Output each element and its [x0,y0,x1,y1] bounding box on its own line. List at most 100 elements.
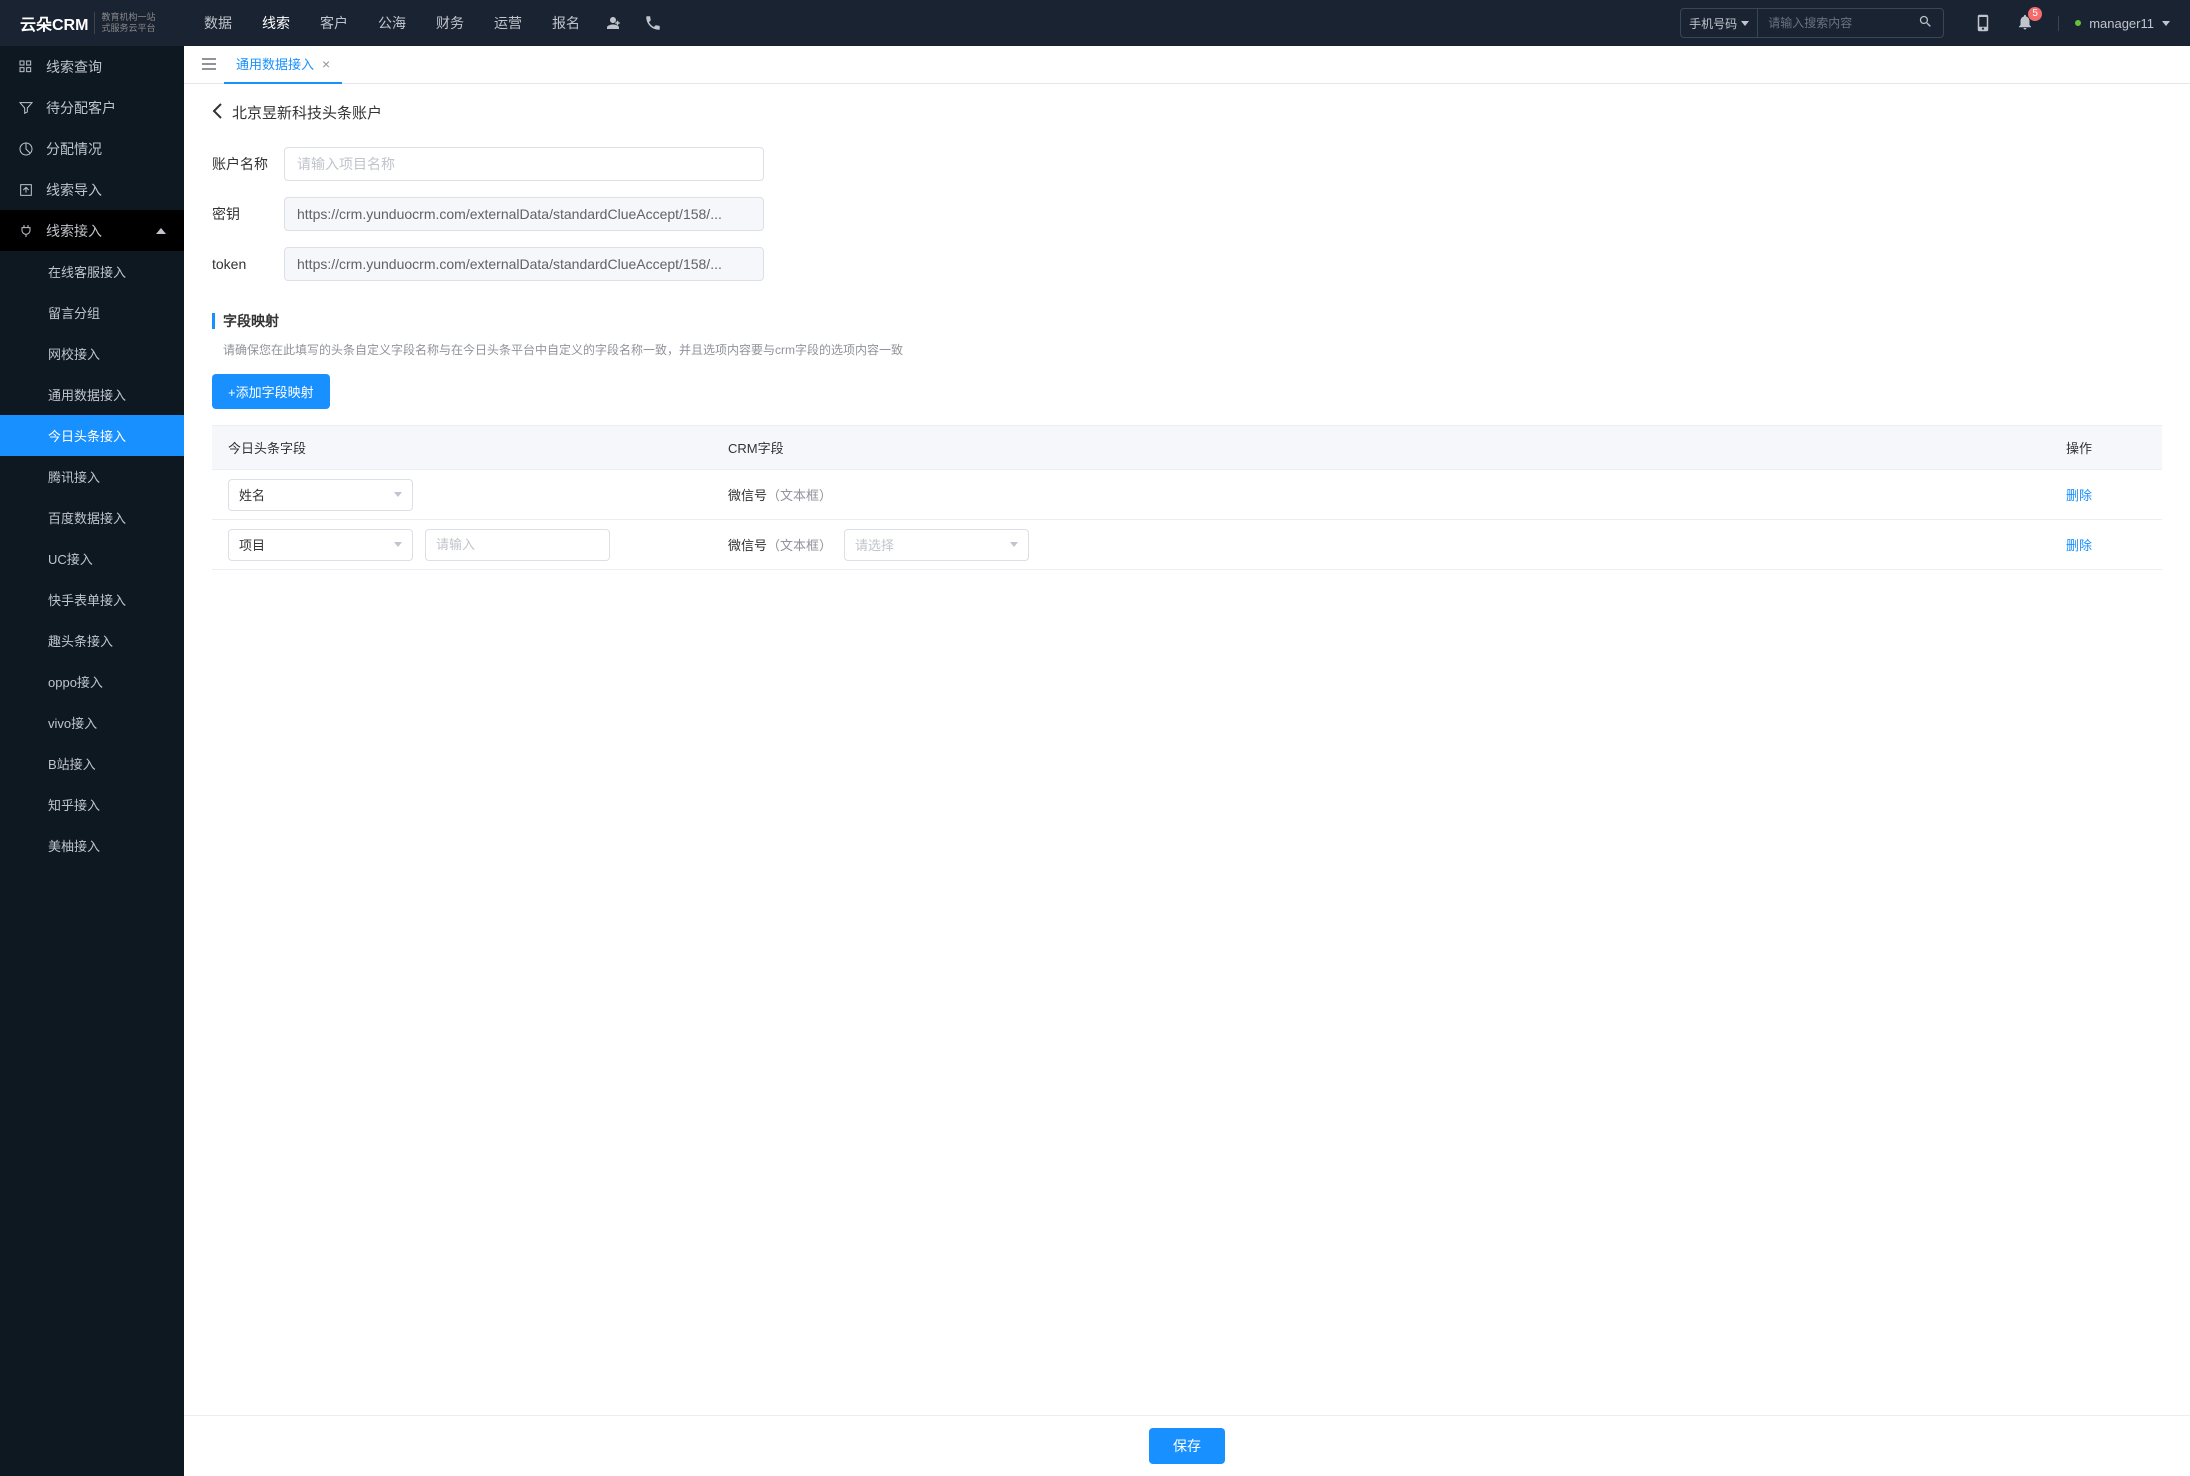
token-label: token [212,256,284,272]
logo-area: 云朵CRM 教育机构一站 式服务云平台 [20,11,184,35]
sidebar-sub-10[interactable]: oppo接入 [0,661,184,702]
account-name-row: 账户名称 [212,147,2162,181]
chevron-left-icon [212,103,222,119]
secret-row: 密钥 [212,197,2162,231]
sidebar: 线索查询待分配客户分配情况线索导入线索接入在线客服接入留言分组网校接入通用数据接… [0,46,184,1476]
sidebar-item-label: 线索查询 [46,57,102,77]
chevron-down-icon [2162,21,2170,26]
nav-signup[interactable]: 报名 [552,13,580,33]
notification-bell[interactable]: 5 [2016,13,2034,34]
account-name-label: 账户名称 [212,154,284,174]
mapping-section-header: 字段映射 [212,311,2162,331]
delete-button[interactable]: 删除 [2066,488,2092,503]
search-icon [1918,14,1933,29]
table-row: 姓名 微信号（文本框） 删除 [212,470,2162,520]
sidebar-item-2[interactable]: 分配情况 [0,128,184,169]
sidebar-sub-13[interactable]: 知乎接入 [0,784,184,825]
tab-general-data-access[interactable]: 通用数据接入 × [224,46,342,84]
phone-icon[interactable] [644,14,662,32]
sidebar-item-1[interactable]: 待分配客户 [0,87,184,128]
chevron-down-icon [1741,21,1749,26]
sidebar-sub-1[interactable]: 留言分组 [0,292,184,333]
mobile-icon[interactable] [1974,14,1992,32]
crm-field-select[interactable]: 请选择 [844,529,1029,561]
sidebar-sub-8[interactable]: 快手表单接入 [0,579,184,620]
column-toutiao: 今日头条字段 [228,438,728,457]
nav-data[interactable]: 数据 [204,13,232,33]
sidebar-sub-4[interactable]: 今日头条接入 [0,415,184,456]
nav-customer[interactable]: 客户 [320,13,348,33]
top-icon-group [604,14,662,32]
page-header: 北京昱新科技头条账户 [212,102,2162,123]
toutiao-field-select[interactable]: 项目 [228,529,413,561]
logo-text: 云朵CRM [20,11,88,35]
back-button[interactable] [212,103,222,122]
filter-icon [18,100,34,116]
pie-icon [18,141,34,157]
nav-finance[interactable]: 财务 [436,13,464,33]
section-bar-icon [212,313,215,329]
tab-bar: 通用数据接入 × [184,46,2190,84]
user-add-icon[interactable] [604,14,622,32]
crm-field-label: 微信号（文本框） [728,485,832,504]
sidebar-sub-3[interactable]: 通用数据接入 [0,374,184,415]
search-input[interactable] [1758,16,1908,30]
sidebar-sub-0[interactable]: 在线客服接入 [0,251,184,292]
search-type-select[interactable]: 手机号码 [1681,9,1758,37]
sidebar-sub-12[interactable]: B站接入 [0,743,184,784]
sidebar-item-3[interactable]: 线索导入 [0,169,184,210]
menu-collapse-icon [202,58,216,70]
sidebar-sub-6[interactable]: 百度数据接入 [0,497,184,538]
nav-sea[interactable]: 公海 [378,13,406,33]
token-row: token [212,247,2162,281]
sidebar-sub-11[interactable]: vivo接入 [0,702,184,743]
secret-label: 密钥 [212,204,284,224]
close-icon[interactable]: × [322,56,330,72]
toutiao-field-select[interactable]: 姓名 [228,479,413,511]
export-icon [18,182,34,198]
chevron-up-icon [156,228,166,234]
sidebar-sub-9[interactable]: 趣头条接入 [0,620,184,661]
user-menu[interactable]: manager11 [2058,16,2170,31]
column-action: 操作 [2066,438,2146,457]
mapping-table-header: 今日头条字段 CRM字段 操作 [212,425,2162,470]
notification-count: 5 [2028,7,2042,21]
sidebar-sub-7[interactable]: UC接入 [0,538,184,579]
page-title: 北京昱新科技头条账户 [232,102,382,123]
sidebar-item-0[interactable]: 线索查询 [0,46,184,87]
mapping-hint: 请确保您在此填写的头条自定义字段名称与在今日头条平台中自定义的字段名称一致，并且… [223,341,2162,358]
column-crm: CRM字段 [728,438,2066,457]
sidebar-item-4[interactable]: 线索接入 [0,210,184,251]
sidebar-item-label: 待分配客户 [46,98,116,118]
nav-operation[interactable]: 运营 [494,13,522,33]
table-row: 项目 微信号（文本框） 请选择 删除 [212,520,2162,570]
grid-icon [18,59,34,75]
search-box: 手机号码 [1680,8,1944,38]
toutiao-extra-input[interactable] [425,529,610,561]
search-type-label: 手机号码 [1689,15,1737,32]
account-name-input[interactable] [284,147,764,181]
sidebar-sub-2[interactable]: 网校接入 [0,333,184,374]
delete-button[interactable]: 删除 [2066,538,2092,553]
footer-bar: 保存 [184,1415,2190,1476]
sidebar-sub-5[interactable]: 腾讯接入 [0,456,184,497]
sidebar-item-label: 分配情况 [46,139,102,159]
search-button[interactable] [1908,14,1943,32]
status-dot-icon [2075,20,2081,26]
add-mapping-button[interactable]: +添加字段映射 [212,374,330,409]
sidebar-sub-14[interactable]: 美柚接入 [0,825,184,866]
secret-input[interactable] [284,197,764,231]
page-content: 北京昱新科技头条账户 账户名称 密钥 token 字段映射 请确保您在此填写的头… [184,84,2190,1476]
header-right: 5 manager11 [1974,13,2170,34]
sidebar-item-label: 线索导入 [46,180,102,200]
plug-icon [18,223,34,239]
crm-field-label: 微信号（文本框） [728,535,832,554]
sidebar-item-label: 线索接入 [46,221,102,241]
logo-subtitle: 教育机构一站 式服务云平台 [94,12,155,34]
tab-label: 通用数据接入 [236,54,314,73]
main-area: 通用数据接入 × 北京昱新科技头条账户 账户名称 密钥 token [184,46,2190,1476]
token-input[interactable] [284,247,764,281]
save-button[interactable]: 保存 [1149,1428,1225,1464]
nav-clue[interactable]: 线索 [262,13,290,33]
collapse-sidebar-button[interactable] [194,53,224,77]
